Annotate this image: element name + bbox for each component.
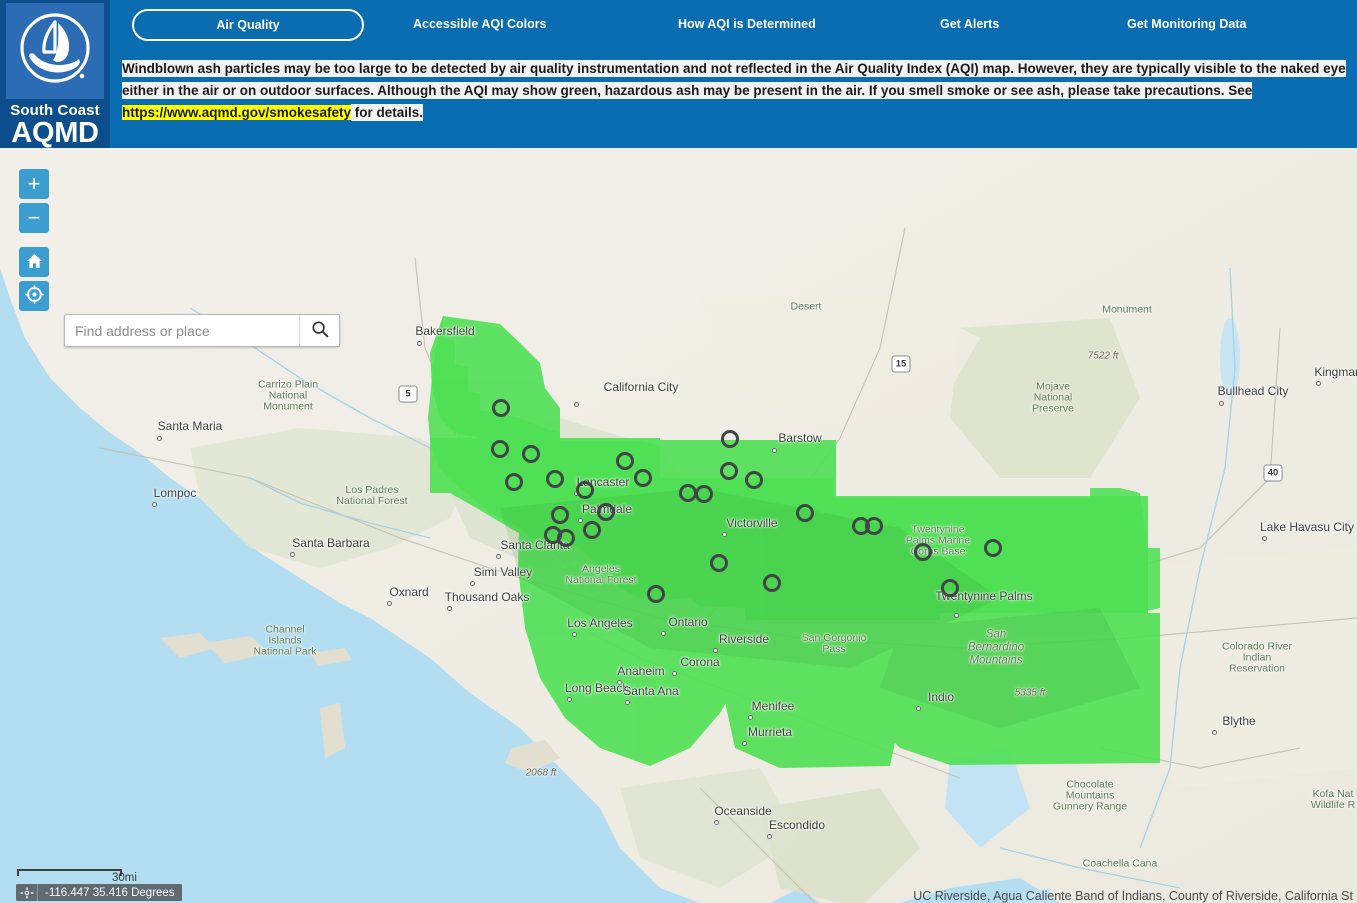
site-header: South Coast AQMD Air Quality Accessible … [0, 0, 1357, 148]
map-basemap-canvas [0, 148, 1357, 903]
monitoring-station-marker[interactable] [491, 440, 509, 458]
aqmd-logo[interactable]: South Coast AQMD [0, 0, 110, 148]
map-search [64, 314, 340, 347]
home-extent-button[interactable] [19, 247, 49, 277]
monitoring-station-marker[interactable] [634, 469, 652, 487]
sailboat-wave-circle-logo-icon [6, 3, 104, 99]
coordinate-widget[interactable]: -116.447 35.416 Degrees [16, 884, 182, 901]
zoom-in-button[interactable]: + [19, 169, 49, 199]
monitoring-station-marker[interactable] [914, 543, 932, 561]
ash-advisory-banner: Windblown ash particles may be too large… [122, 58, 1357, 124]
monitoring-station-marker[interactable] [557, 529, 575, 547]
monitoring-station-marker[interactable] [941, 579, 959, 597]
monitoring-station-marker[interactable] [984, 539, 1002, 557]
nav-link-how-aqi-is-determined[interactable]: How AQI is Determined [678, 17, 816, 31]
monitoring-station-marker[interactable] [721, 430, 739, 448]
nav-link-get-alerts[interactable]: Get Alerts [940, 17, 999, 31]
locate-icon [24, 285, 44, 307]
app-root: South Coast AQMD Air Quality Accessible … [0, 0, 1357, 903]
zoom-out-button[interactable]: − [19, 203, 49, 233]
logo-line-1: South Coast [10, 102, 100, 119]
monitoring-station-marker[interactable] [710, 554, 728, 572]
monitoring-station-marker[interactable] [720, 462, 738, 480]
monitoring-station-marker[interactable] [551, 506, 569, 524]
map-attribution: UC Riverside, Agua Caliente Band of Indi… [913, 889, 1353, 903]
map-scalebar: 30mi [17, 869, 137, 884]
home-icon [26, 253, 43, 272]
tab-air-quality[interactable]: Air Quality [132, 9, 364, 41]
crosshair-icon[interactable] [16, 884, 38, 901]
plus-icon: + [27, 171, 41, 196]
main-navigation: Air Quality Accessible AQI Colors How AQ… [110, 0, 1357, 50]
scalebar-bar [17, 869, 122, 876]
monitoring-station-marker[interactable] [546, 470, 564, 488]
map-zoom-controls: + − [19, 169, 49, 311]
aqi-map[interactable]: + − Find address or place Bakersfield Ca… [0, 148, 1357, 903]
locate-me-button[interactable] [19, 281, 49, 311]
search-icon [311, 320, 329, 341]
monitoring-station-marker[interactable] [576, 481, 594, 499]
banner-line-1: Windblown ash particles may be too large… [122, 60, 1346, 77]
monitoring-station-marker[interactable] [763, 574, 781, 592]
logo-line-2: AQMD [11, 117, 99, 149]
scalebar-label: 30mi [112, 872, 137, 884]
search-button[interactable] [299, 315, 339, 346]
monitoring-station-marker[interactable] [695, 485, 713, 503]
monitoring-station-marker[interactable] [616, 452, 634, 470]
search-input[interactable] [65, 315, 299, 346]
monitoring-station-marker[interactable] [796, 504, 814, 522]
monitoring-station-marker[interactable] [745, 471, 763, 489]
monitoring-station-marker[interactable] [647, 585, 665, 603]
nav-link-accessible-aqi-colors[interactable]: Accessible AQI Colors [413, 17, 547, 31]
monitoring-station-marker[interactable] [505, 473, 523, 491]
nav-link-get-monitoring-data[interactable]: Get Monitoring Data [1127, 17, 1246, 31]
monitoring-station-marker[interactable] [492, 399, 510, 417]
banner-line-2: either in the air or on outdoor surfaces… [122, 82, 1253, 99]
smokesafety-link[interactable]: https://www.aqmd.gov/smokesafety [122, 105, 352, 120]
monitoring-station-marker[interactable] [597, 503, 615, 521]
logo-wordmark: South Coast AQMD [0, 99, 110, 148]
banner-line-3: https://www.aqmd.gov/smokesafety for det… [122, 104, 424, 121]
minus-icon: − [27, 205, 41, 230]
monitoring-station-marker[interactable] [583, 521, 601, 539]
monitoring-station-marker[interactable] [522, 445, 540, 463]
monitoring-station-marker[interactable] [865, 517, 883, 535]
coordinate-value: -116.447 35.416 Degrees [45, 886, 175, 899]
